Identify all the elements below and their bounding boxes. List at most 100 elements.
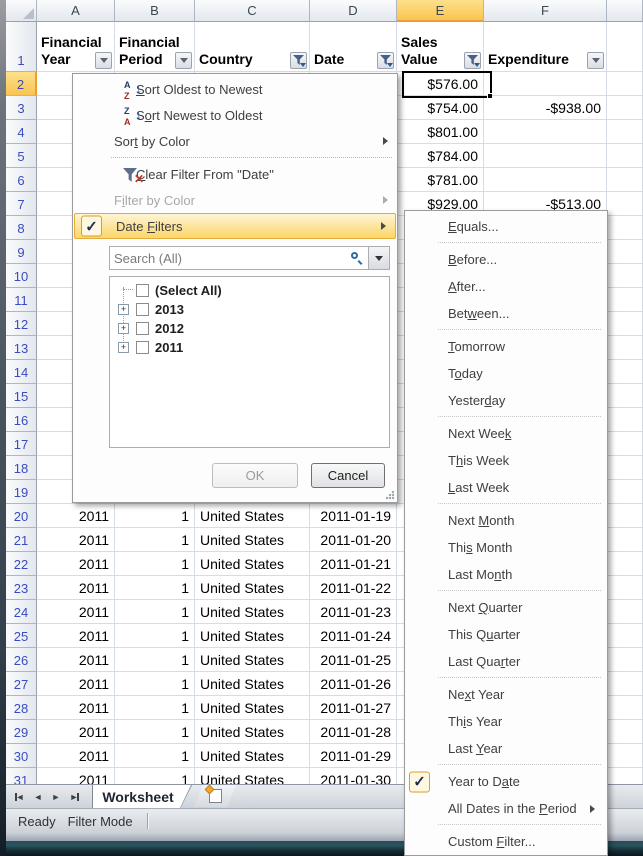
cell-E6[interactable]: $781.00 xyxy=(397,168,484,192)
search-dropdown-button[interactable] xyxy=(369,246,390,270)
submenu-item-last-month[interactable]: Last Month xyxy=(405,561,607,588)
filter-button-F[interactable] xyxy=(587,52,604,69)
cell-A30[interactable]: 2011 xyxy=(37,744,115,768)
cell-C30[interactable]: United States xyxy=(195,744,310,768)
tab-worksheet[interactable]: Worksheet xyxy=(92,785,192,809)
cell-A23[interactable]: 2011 xyxy=(37,576,115,600)
cell-E3[interactable]: $754.00 xyxy=(397,96,484,120)
cell-F5[interactable] xyxy=(484,144,607,168)
cell-D1[interactable]: Date xyxy=(310,22,397,72)
cell-G10[interactable] xyxy=(607,264,643,288)
cell-C28[interactable]: United States xyxy=(195,696,310,720)
ok-button[interactable]: OK xyxy=(212,463,298,488)
select-all-corner[interactable] xyxy=(6,0,37,22)
expander-plus-icon[interactable]: + xyxy=(118,304,129,315)
cell-A25[interactable]: 2011 xyxy=(37,624,115,648)
filter-button-B[interactable] xyxy=(175,52,192,69)
cell-G8[interactable] xyxy=(607,216,643,240)
cell-A29[interactable]: 2011 xyxy=(37,720,115,744)
row-header-28[interactable]: 28 xyxy=(6,696,37,720)
submenu-item-last-week[interactable]: Last Week xyxy=(405,474,607,501)
cell-A24[interactable]: 2011 xyxy=(37,600,115,624)
column-header-B[interactable]: B xyxy=(115,0,195,22)
row-header-21[interactable]: 21 xyxy=(6,528,37,552)
submenu-item-next-month[interactable]: Next Month xyxy=(405,507,607,534)
submenu-item-custom-filter[interactable]: Custom Filter... xyxy=(405,828,607,855)
cell-G20[interactable] xyxy=(607,504,643,528)
cell-G21[interactable] xyxy=(607,528,643,552)
cell-F3[interactable]: -$938.00 xyxy=(484,96,607,120)
cell-G18[interactable] xyxy=(607,456,643,480)
cell-D28[interactable]: 2011-01-27 xyxy=(310,696,397,720)
cell-G25[interactable] xyxy=(607,624,643,648)
menu-item-date-filters[interactable]: ✓Date Filters xyxy=(74,213,396,239)
row-header-22[interactable]: 22 xyxy=(6,552,37,576)
cell-C25[interactable]: United States xyxy=(195,624,310,648)
row-header-6[interactable]: 6 xyxy=(6,168,37,192)
cell-A26[interactable]: 2011 xyxy=(37,648,115,672)
cell-E4[interactable]: $801.00 xyxy=(397,120,484,144)
submenu-item-this-quarter[interactable]: This Quarter xyxy=(405,621,607,648)
cell-G5[interactable] xyxy=(607,144,643,168)
row-header-16[interactable]: 16 xyxy=(6,408,37,432)
first-sheet-button[interactable]: ◄ xyxy=(12,788,28,806)
submenu-item-next-week[interactable]: Next Week xyxy=(405,420,607,447)
row-header-12[interactable]: 12 xyxy=(6,312,37,336)
cell-B31[interactable]: 1 xyxy=(115,768,195,784)
previous-sheet-button[interactable]: ◄ xyxy=(30,788,46,806)
cell-G27[interactable] xyxy=(607,672,643,696)
cell-C24[interactable]: United States xyxy=(195,600,310,624)
cell-D20[interactable]: 2011-01-19 xyxy=(310,504,397,528)
cell-G2[interactable] xyxy=(607,72,643,96)
tree-item-2013[interactable]: +2013 xyxy=(110,300,389,319)
filter-button-D[interactable] xyxy=(377,52,394,69)
cell-B22[interactable]: 1 xyxy=(115,552,195,576)
checkbox-unchecked[interactable] xyxy=(136,341,149,354)
cell-B26[interactable]: 1 xyxy=(115,648,195,672)
cell-G7[interactable] xyxy=(607,192,643,216)
row-header-13[interactable]: 13 xyxy=(6,336,37,360)
column-header-E[interactable]: E xyxy=(397,0,484,22)
cell-B23[interactable]: 1 xyxy=(115,576,195,600)
cell-G31[interactable] xyxy=(607,768,643,784)
submenu-item-tomorrow[interactable]: Tomorrow xyxy=(405,333,607,360)
tree-item-2011[interactable]: +2011 xyxy=(110,338,389,357)
menu-item-filter-by-color[interactable]: Filter by Color xyxy=(73,187,397,213)
row-header-7[interactable]: 7 xyxy=(6,192,37,216)
cell-A31[interactable]: 2011 xyxy=(37,768,115,784)
cell-A22[interactable]: 2011 xyxy=(37,552,115,576)
expander-plus-icon[interactable]: + xyxy=(118,323,129,334)
submenu-item-today[interactable]: Today xyxy=(405,360,607,387)
cell-D31[interactable]: 2011-01-30 xyxy=(310,768,397,784)
cell-F6[interactable] xyxy=(484,168,607,192)
cell-B30[interactable]: 1 xyxy=(115,744,195,768)
cell-D24[interactable]: 2011-01-23 xyxy=(310,600,397,624)
row-header-4[interactable]: 4 xyxy=(6,120,37,144)
checkbox-unchecked[interactable] xyxy=(136,284,149,297)
cell-G15[interactable] xyxy=(607,384,643,408)
cell-G29[interactable] xyxy=(607,720,643,744)
cell-G4[interactable] xyxy=(607,120,643,144)
row-header-31[interactable]: 31 xyxy=(6,768,37,784)
submenu-item-before[interactable]: Before... xyxy=(405,246,607,273)
submenu-item-next-quarter[interactable]: Next Quarter xyxy=(405,594,607,621)
row-header-15[interactable]: 15 xyxy=(6,384,37,408)
cancel-button[interactable]: Cancel xyxy=(311,463,385,488)
submenu-item-after[interactable]: After... xyxy=(405,273,607,300)
cell-E1[interactable]: Sales Value xyxy=(397,22,484,72)
cell-G24[interactable] xyxy=(607,600,643,624)
cell-A21[interactable]: 2011 xyxy=(37,528,115,552)
cell-A27[interactable]: 2011 xyxy=(37,672,115,696)
row-header-25[interactable]: 25 xyxy=(6,624,37,648)
row-header-24[interactable]: 24 xyxy=(6,600,37,624)
cell-G22[interactable] xyxy=(607,552,643,576)
submenu-item-year-to-date[interactable]: ✓Year to Date xyxy=(405,768,607,795)
row-header-23[interactable]: 23 xyxy=(6,576,37,600)
column-header-F[interactable]: F xyxy=(484,0,607,22)
cell-G28[interactable] xyxy=(607,696,643,720)
cell-B24[interactable]: 1 xyxy=(115,600,195,624)
cell-G23[interactable] xyxy=(607,576,643,600)
cell-B21[interactable]: 1 xyxy=(115,528,195,552)
submenu-item-this-year[interactable]: This Year xyxy=(405,708,607,735)
row-header-26[interactable]: 26 xyxy=(6,648,37,672)
